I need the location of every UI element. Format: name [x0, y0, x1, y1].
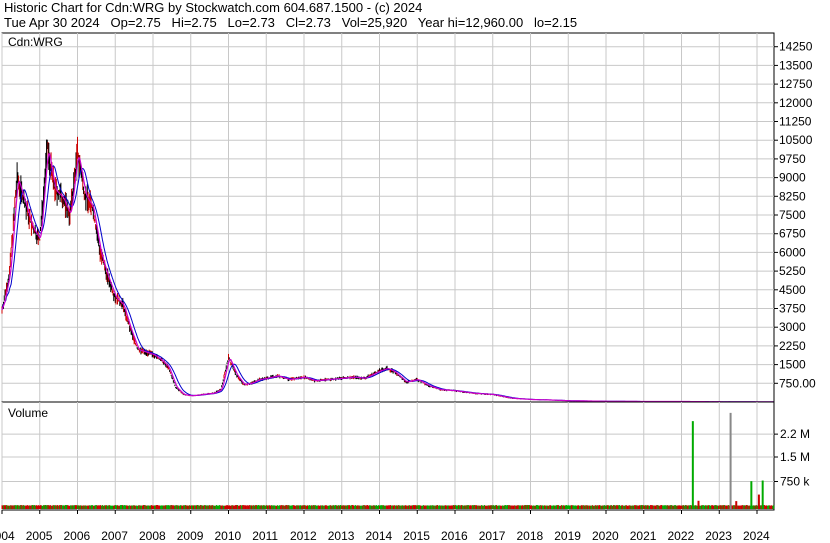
price-plot-frame — [1, 32, 775, 403]
price-y-axis: 14250 13500 12750 12000 11250 10500 9750 9000 82… — [774, 40, 816, 390]
x-tick-label: 2015 — [403, 529, 430, 543]
volume-panel-title: Volume — [8, 406, 48, 420]
volume-y-tick-label: 2.2 M — [780, 427, 810, 441]
x-tick-label: 2012 — [290, 529, 317, 543]
x-tick-label: 2008 — [139, 529, 166, 543]
volume-panel: 2.2 M 1.5 M 750 k Volume — [1, 401, 810, 511]
x-tick-label: 2017 — [479, 529, 506, 543]
price-y-tick-label: 7500 — [779, 208, 806, 222]
stock-chart: 14250 13500 12750 12000 11250 10500 9750 9000 82… — [0, 32, 816, 543]
price-y-tick-label: 4500 — [779, 283, 806, 297]
price-y-tick-label: 9000 — [779, 171, 806, 185]
x-tick-label: 2018 — [517, 529, 544, 543]
price-y-tick-label: 9750 — [779, 152, 806, 166]
price-y-tick-label: 6000 — [779, 245, 806, 259]
price-y-tick-label: 12750 — [779, 77, 813, 91]
price-y-tick-label: 2250 — [779, 339, 806, 353]
price-y-tick-label: 3750 — [779, 302, 806, 316]
x-tick-label: 2020 — [592, 529, 619, 543]
price-y-tick-label: 14250 — [779, 40, 813, 54]
x-tick-label: 2009 — [177, 529, 204, 543]
price-y-tick-label: 3000 — [779, 320, 806, 334]
price-y-tick-label: 12000 — [779, 96, 813, 110]
x-tick-label: 2016 — [441, 529, 468, 543]
price-y-tick-label: 5250 — [779, 264, 806, 278]
x-axis: 2004 2005 2006 2007 2008 2009 2010 2011 2012 2013… — [0, 510, 770, 543]
x-tick-label: 2006 — [64, 529, 91, 543]
x-tick-label: 2004 — [0, 529, 15, 543]
volume-y-axis: 2.2 M 1.5 M 750 k — [774, 427, 810, 489]
volume-y-tick-label: 750 k — [780, 475, 810, 489]
price-y-tick-label: 1500 — [779, 358, 806, 372]
x-tick-label: 2019 — [554, 529, 581, 543]
price-y-tick-label: 6750 — [779, 227, 806, 241]
x-tick-label: 2024 — [743, 529, 770, 543]
x-tick-label: 2021 — [630, 529, 657, 543]
x-tick-label: 2014 — [366, 529, 393, 543]
x-tick-label: 2022 — [668, 529, 695, 543]
x-tick-label: 2011 — [252, 529, 278, 543]
x-tick-label: 2007 — [101, 529, 128, 543]
volume-y-tick-label: 1.5 M — [780, 450, 810, 464]
price-y-tick-label: 8250 — [779, 189, 806, 203]
x-tick-label: 2023 — [705, 529, 732, 543]
price-panel: 14250 13500 12750 12000 11250 10500 9750 9000 82… — [1, 32, 816, 403]
x-tick-label: 2005 — [26, 529, 53, 543]
price-y-tick-label: 10500 — [779, 133, 813, 147]
price-y-tick-label: 13500 — [779, 58, 813, 72]
price-panel-title: Cdn:WRG — [8, 35, 63, 49]
price-y-tick-label: 11250 — [779, 115, 812, 129]
x-tick-label: 2013 — [328, 529, 355, 543]
volume-plot-frame — [1, 401, 775, 511]
price-y-tick-label: 750.00 — [779, 376, 816, 390]
x-tick-label: 2010 — [215, 529, 242, 543]
